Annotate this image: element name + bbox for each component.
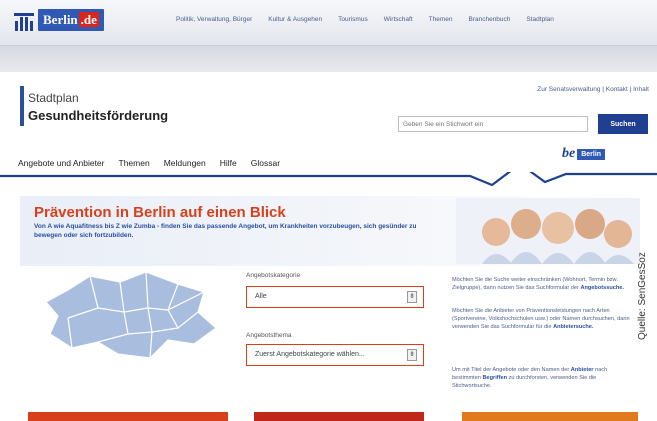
link-anbietersuche[interactable]: Anbietersuche. (553, 324, 593, 330)
search-button[interactable]: Suchen (598, 114, 648, 134)
source-credit: Quelle: SenGesSoz (637, 252, 648, 340)
top-bar: Berlin .de Politik, Verwaltung, Bürger Ku… (0, 0, 657, 46)
logo-suffix: .de (78, 12, 99, 27)
info-stichwortsuche: Um mit Titel der Angebote oder den Namen… (452, 367, 608, 390)
dropdown-arrow-icon[interactable]: ⇟ (407, 349, 417, 361)
topic-label: Angebotsthema (246, 332, 292, 339)
topnav-stadtplan[interactable]: Stadtplan (526, 16, 553, 23)
bottom-button-right[interactable] (462, 412, 638, 421)
be-berlin-logo: be Berlin (562, 146, 606, 162)
topnav-branchenbuch[interactable]: Branchenbuch (468, 16, 510, 23)
nav-glossar[interactable]: Glossar (251, 158, 280, 168)
page-title: Gesundheitsförderung (28, 108, 169, 123)
dropdown-arrow-icon[interactable]: ⇟ (407, 291, 417, 303)
topnav-themen[interactable]: Themen (429, 16, 453, 23)
bottom-button-center[interactable] (254, 412, 424, 421)
link-begriffen[interactable]: Begriffen (482, 375, 507, 381)
link-anbieter[interactable]: Anbieter (571, 367, 594, 373)
topnav-politik[interactable]: Politik, Verwaltung, Bürger (176, 16, 252, 23)
top-navigation: Politik, Verwaltung, Bürger Kultur & Aus… (176, 16, 554, 23)
grey-band (0, 46, 657, 72)
topnav-tourismus[interactable]: Tourismus (338, 16, 368, 23)
link-angebotssuche[interactable]: Angebotssuche. (580, 285, 624, 291)
site-subtitle[interactable]: Stadtplan (28, 91, 79, 105)
topic-value: Zuerst Angebotskategorie wählen... (255, 351, 365, 358)
topnav-wirtschaft[interactable]: Wirtschaft (384, 16, 413, 23)
main-navigation: Angebote und Anbieter Themen Meldungen H… (18, 158, 280, 168)
nav-divider-line (0, 172, 657, 186)
service-links[interactable]: Zur Senatsverwaltung | Kontakt | Inhalt (537, 86, 649, 93)
category-select[interactable]: Alle ⇟ (246, 286, 424, 308)
logo-text: Berlin (43, 12, 78, 27)
category-value: Alle (255, 293, 267, 300)
be-logo-berlin: Berlin (577, 148, 606, 160)
be-logo-text: be (562, 146, 576, 161)
info-angebotssuche: Möchten Sie die Suche weiter einschränke… (452, 277, 624, 292)
nav-angebote[interactable]: Angebote und Anbieter (18, 158, 105, 168)
info-anbietersuche: Möchten Sie die Anbieter von Präventions… (452, 308, 630, 331)
nav-themen[interactable]: Themen (119, 158, 150, 168)
search-input[interactable] (398, 116, 588, 132)
hero-text: Von A wie Aquafitness bis Z wie Zumba - … (34, 223, 417, 239)
title-accent-bar (20, 86, 24, 126)
berlin-logo[interactable]: Berlin .de (14, 9, 104, 31)
category-label: Angebotskategorie (246, 272, 301, 279)
hero-title: Prävention in Berlin auf einen Blick (34, 204, 286, 221)
people-photo (456, 198, 640, 264)
topic-select[interactable]: Zuerst Angebotskategorie wählen... ⇟ (246, 344, 424, 366)
topnav-kultur[interactable]: Kultur & Ausgehen (268, 16, 322, 23)
berlin-districts-map[interactable] (28, 268, 228, 364)
brandenburg-gate-icon (14, 9, 36, 31)
nav-meldungen[interactable]: Meldungen (164, 158, 206, 168)
bottom-button-left[interactable] (28, 412, 228, 421)
nav-hilfe[interactable]: Hilfe (220, 158, 237, 168)
